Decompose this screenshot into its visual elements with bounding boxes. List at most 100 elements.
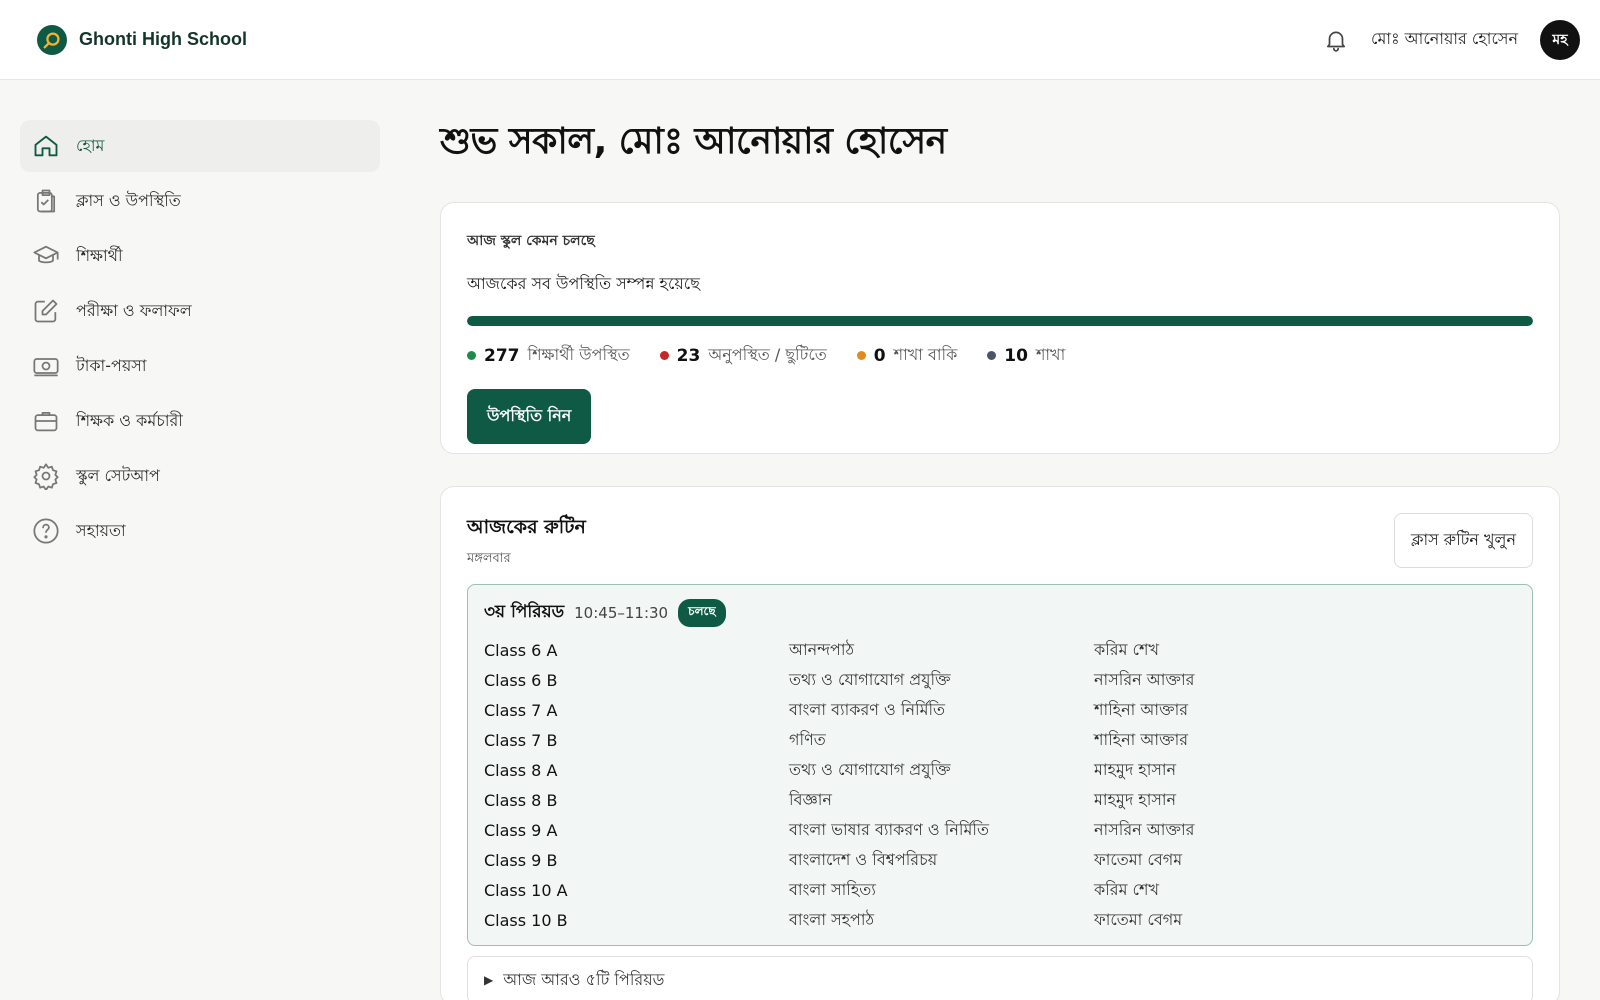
sidebar-item-label: পরীক্ষা ও ফলাফল [76, 300, 192, 320]
sidebar-item-home[interactable]: হোম [20, 120, 380, 172]
row-subject: বাংলা ভাষার ব্যাকরণ ও নির্মিতি [789, 819, 989, 839]
sidebar-item-label: ক্লাস ও উপস্থিতি [76, 190, 181, 210]
sidebar-item-classes[interactable]: ক্লাস ও উপস্থিতি [20, 175, 380, 227]
school-status-card: আজ স্কুল কেমন চলছে আজকের সব উপস্থিতি সম্… [440, 202, 1560, 454]
row-class: Class 6 A [484, 640, 558, 660]
brand[interactable]: Ghonti High School [37, 24, 247, 55]
table-row: Class 10 A বাংলা সাহিত্য করিম শেখ [484, 875, 1516, 905]
more-periods-toggle[interactable]: ▶ আজ আরও ৫টি পিরিয়ড [467, 956, 1533, 1000]
sidebar-item-label: স্কুল সেটআপ [76, 465, 160, 485]
row-class: Class 9 A [484, 820, 558, 840]
triangle-right-icon: ▶ [484, 973, 494, 987]
sidebar-item-label: শিক্ষক ও কর্মচারী [76, 410, 183, 430]
row-subject: বাংলা সহপাঠ [789, 909, 875, 929]
routine-card: আজকের রুটিন মঙ্গলবার ক্লাস রুটিন খুলুন ৩… [440, 486, 1560, 1000]
row-class: Class 6 B [484, 670, 558, 690]
gear-icon [32, 462, 60, 490]
table-row: Class 9 A বাংলা ভাষার ব্যাকরণ ও নির্মিতি ন… [484, 815, 1516, 845]
school-logo-icon [37, 24, 67, 55]
row-class: Class 7 A [484, 700, 558, 720]
progress-fill [467, 316, 1533, 326]
stat-present: 277 শিক্ষার্থী উপস্থিত [467, 342, 630, 369]
sidebar-item-label: সহায়তা [76, 520, 126, 540]
top-bar: Ghonti High School মোঃ আনোয়ার হোসেন মহ [0, 0, 1600, 80]
row-class: Class 8 B [484, 790, 558, 810]
graduation-cap-icon [32, 242, 60, 270]
row-teacher: মাহমুদ হাসান [1094, 789, 1177, 809]
row-subject: তথ্য ও যোগাযোগ প্রযুক্তি [789, 759, 951, 779]
table-row: Class 7 B গণিত শাহিনা আক্তার [484, 725, 1516, 755]
sidebar-item-label: হোম [76, 135, 105, 155]
sidebar-item-help[interactable]: সহায়তা [20, 505, 380, 557]
routine-day: মঙ্গলবার [467, 551, 511, 566]
banknote-icon [32, 352, 60, 380]
row-subject: বাংলা সাহিত্য [789, 879, 876, 899]
main-content: শুভ সকাল, মোঃ আনোয়ার হোসেন আজ স্কুল কেম… [440, 110, 1560, 1000]
sidebar-item-label: শিক্ষার্থী [76, 245, 123, 265]
pencil-square-icon [32, 297, 60, 325]
status-title: আজ স্কুল কেমন চলছে [467, 233, 595, 249]
status-dot-icon [659, 351, 669, 360]
current-period-box: ৩য় পিরিয়ড 10:45–11:30 চলছে Class 6 A আন… [467, 584, 1533, 946]
table-row: Class 8 B বিজ্ঞান মাহমুদ হাসান [484, 785, 1516, 815]
stat-label: শাখা [1035, 345, 1066, 364]
sidebar-item-exams[interactable]: পরীক্ষা ও ফলাফল [20, 285, 380, 337]
more-periods-label: আজ আরও ৫টি পিরিয়ড [503, 969, 665, 989]
row-teacher: নাসরিন আক্তার [1094, 669, 1195, 689]
row-teacher: ফাতেমা বেগম [1094, 909, 1183, 929]
stat-label: অনুপস্থিত / ছুটিতে [708, 345, 827, 364]
table-row: Class 6 B তথ্য ও যোগাযোগ প্রযুক্তি নাসরিন … [484, 665, 1516, 695]
stat-label: শাখা বাকি [893, 345, 958, 364]
row-teacher: নাসরিন আক্তার [1094, 819, 1195, 839]
row-teacher: শাহিনা আক্তার [1094, 729, 1189, 749]
sidebar: হোম ক্লাস ও উপস্থিতি শিক্ষার্থী পরীক্ষা … [20, 120, 380, 560]
attendance-progress-bar [467, 316, 1533, 326]
home-icon [32, 132, 60, 160]
status-dot-icon [467, 351, 476, 360]
period-rows: Class 6 A আনন্দপাঠ করিম শেখ Class 6 B তথ্য … [484, 635, 1516, 935]
row-class: Class 8 A [484, 760, 558, 780]
row-subject: আনন্দপাঠ [789, 639, 855, 659]
stat-absent: 23 অনুপস্থিত / ছুটিতে [659, 342, 827, 369]
table-row: Class 9 B বাংলাদেশ ও বিশ্বপরিচয় ফাতেমা বে… [484, 845, 1516, 875]
status-message: আজকের সব উপস্থিতি সম্পন্ন হয়েছে [467, 274, 700, 293]
stat-value: 0 [873, 345, 886, 366]
stats-row: 277 শিক্ষার্থী উপস্থিত 23 অনুপস্থিত / ছু… [467, 342, 1533, 369]
open-class-routine-button[interactable]: ক্লাস রুটিন খুলুন [1393, 513, 1533, 568]
period-name: ৩য় পিরিয়ড [484, 602, 565, 622]
sidebar-item-label: টাকা-পয়সা [76, 355, 147, 375]
row-teacher: মাহমুদ হাসান [1094, 759, 1177, 779]
table-row: Class 10 B বাংলা সহপাঠ ফাতেমা বেগম [484, 905, 1516, 935]
table-row: Class 8 A তথ্য ও যোগাযোগ প্রযুক্তি মাহমুদ … [484, 755, 1516, 785]
sidebar-item-staff[interactable]: শিক্ষক ও কর্মচারী [20, 395, 380, 447]
row-subject: বিজ্ঞান [789, 789, 832, 809]
bell-icon[interactable] [1323, 27, 1349, 53]
clipboard-check-icon [32, 187, 60, 215]
stat-value: 10 [1004, 345, 1028, 366]
row-class: Class 9 B [484, 850, 558, 870]
stat-value: 23 [676, 345, 701, 366]
row-subject: গণিত [789, 729, 826, 749]
user-name[interactable]: মোঃ আনোয়ার হোসেন [1371, 26, 1518, 53]
row-teacher: শাহিনা আক্তার [1094, 699, 1189, 719]
page-title: শুভ সকাল, মোঃ আনোয়ার হোসেন [440, 121, 947, 162]
stat-sections: 10 শাখা [987, 342, 1065, 369]
briefcase-icon [32, 407, 60, 435]
status-dot-icon [987, 351, 997, 360]
sidebar-item-setup[interactable]: স্কুল সেটআপ [20, 450, 380, 502]
row-subject: বাংলা ব্যাকরণ ও নির্মিতি [789, 699, 946, 719]
sidebar-item-students[interactable]: শিক্ষার্থী [20, 230, 380, 282]
row-teacher: করিম শেখ [1094, 639, 1160, 659]
sidebar-item-finance[interactable]: টাকা-পয়সা [20, 340, 380, 392]
row-class: Class 7 B [484, 730, 558, 750]
row-class: Class 10 B [484, 910, 568, 930]
take-attendance-button[interactable]: উপস্থিতি নিন [467, 389, 592, 444]
row-subject: তথ্য ও যোগাযোগ প্রযুক্তি [789, 669, 951, 689]
avatar[interactable]: মহ [1540, 19, 1580, 60]
school-name: Ghonti High School [79, 29, 247, 49]
stat-value: 277 [484, 345, 520, 366]
period-time: 10:45–11:30 [574, 604, 669, 622]
table-row: Class 6 A আনন্দপাঠ করিম শেখ [484, 635, 1516, 665]
row-teacher: করিম শেখ [1094, 879, 1160, 899]
status-badge: চলছে [678, 599, 726, 627]
